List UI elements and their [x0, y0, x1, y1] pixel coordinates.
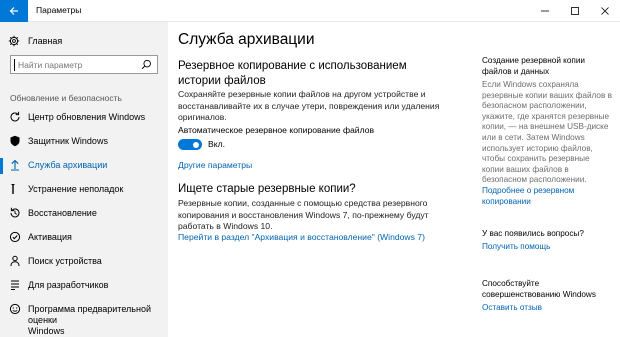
related-heading-line2: файлов и данных: [482, 66, 550, 76]
shield-icon: [10, 135, 20, 147]
related-text-line: использует историю файлов,: [482, 143, 593, 153]
code-bars-icon: [11, 280, 19, 291]
related-text-line: Если Windows сохраняла: [482, 80, 579, 89]
page-title: Служба архивации: [178, 31, 315, 48]
get-help-link[interactable]: Получить помощь: [482, 242, 550, 253]
search-box[interactable]: Найти параметр: [10, 55, 158, 74]
toggle-caption: Автоматическое резервное копирование фай…: [178, 125, 375, 135]
gear-icon: [8, 35, 20, 47]
nav-home[interactable]: Главная: [8, 34, 62, 48]
related-text-line: безопасном расположении.: [482, 175, 587, 185]
questions-heading: У вас появились вопросы?: [482, 229, 584, 238]
toggle-knob: [193, 141, 199, 148]
sidebar-item-recovery[interactable]: Восстановление: [0, 204, 168, 224]
related-panel: Создание резервной копии файлов и данных…: [482, 22, 620, 337]
close-icon: [601, 7, 609, 15]
backup-desc-line3: оригиналов.: [178, 112, 227, 122]
feedback-link[interactable]: Оставить отзыв: [482, 303, 542, 314]
active-indicator: [0, 158, 3, 174]
sidebar-item-label-line2: Windows: [28, 326, 65, 336]
old-desc-line1: Резервные копии, созданные с помощью сре…: [178, 198, 428, 208]
refresh-icon: [10, 111, 20, 122]
more-options-link[interactable]: Другие параметры: [178, 160, 252, 170]
minimize-button[interactable]: [530, 0, 560, 22]
sidebar-item-label: Центр обновления Windows: [28, 112, 146, 122]
backup-restore-win7-link[interactable]: Перейти в раздел "Архивация и восстановл…: [178, 232, 425, 242]
sidebar-item-insider[interactable]: Программа предварительной оценки Windows: [0, 300, 168, 336]
backup-heading-line2: истории файлов: [178, 75, 266, 87]
title-bar: Параметры: [0, 0, 620, 22]
sidebar: Главная Найти параметр Обновление и безо…: [0, 22, 168, 337]
upload-arrow-icon: [11, 159, 19, 171]
sidebar-item-label-line1: Программа предварительной оценки: [28, 304, 151, 325]
related-text-line: резервные копии ваших файлов в: [482, 90, 612, 100]
old-desc-line2: копирования и восстановления Windows 7, …: [178, 209, 429, 220]
old-backups-heading: Ищете старые резервные копии?: [178, 183, 356, 195]
learn-more-backup-link-line2[interactable]: копировании: [482, 197, 531, 208]
history-icon: [10, 207, 20, 218]
sidebar-item-label: Устранение неполадок: [28, 184, 124, 194]
backup-desc-line1: Сохраняйте резервные копии файлов на дру…: [178, 89, 426, 99]
search-icon[interactable]: [141, 59, 152, 70]
nav-home-label: Главная: [28, 36, 63, 46]
sidebar-item-defender[interactable]: Защитник Windows: [0, 132, 168, 152]
toggle-state-label: Вкл.: [208, 139, 225, 149]
related-text-line: копии, — на внешнем USB-диске: [482, 122, 609, 132]
sidebar-item-label: Защитник Windows: [28, 136, 108, 146]
sidebar-item-label: Программа предварительной оценки Windows: [28, 304, 168, 337]
smiley-icon: [9, 303, 21, 315]
sidebar-item-find-device[interactable]: Поиск устройства: [0, 252, 168, 272]
sidebar-item-label: Служба архивации: [28, 160, 108, 170]
minimize-icon: [541, 10, 549, 12]
backup-heading-line1: Резервное копирование с использованием: [178, 60, 407, 72]
close-button[interactable]: [590, 0, 620, 22]
back-arrow-icon: [9, 7, 18, 15]
sidebar-item-developers[interactable]: Для разработчиков: [0, 276, 168, 296]
sidebar-item-backup[interactable]: Служба архивации: [0, 156, 168, 176]
sidebar-item-label: Активация: [28, 232, 72, 242]
improve-heading-line1: Способствуйте: [482, 279, 540, 288]
search-placeholder: Найти параметр: [18, 60, 83, 70]
check-circle-icon: [9, 231, 21, 243]
sidebar-item-windows-update[interactable]: Центр обновления Windows: [0, 108, 168, 128]
window-title: Параметры: [36, 5, 82, 15]
improve-heading-line2: совершенствованию Windows: [482, 289, 596, 299]
back-button[interactable]: [0, 0, 28, 22]
related-text-line: чтобы сохранить резервные: [482, 154, 590, 164]
section-title: Обновление и безопасность: [10, 93, 122, 103]
sidebar-item-label: Поиск устройства: [28, 256, 102, 266]
related-text-line: укажите, где хранятся резервные: [482, 111, 610, 121]
sidebar-item-troubleshoot[interactable]: Устранение неполадок: [0, 180, 168, 200]
person-pin-icon: [10, 255, 20, 267]
related-text-line: безопасном расположении,: [482, 101, 587, 111]
related-text-line: копии ваших файлов в: [482, 164, 569, 174]
maximize-icon: [571, 7, 579, 15]
learn-more-backup-link-line1[interactable]: Подробнее о резервном: [482, 186, 574, 197]
old-desc-line3: работать в Windows 10.: [178, 221, 273, 231]
sidebar-item-label: Восстановление: [28, 208, 97, 218]
maximize-button[interactable]: [560, 0, 590, 22]
related-text-line: или в сети. Затем Windows: [482, 133, 585, 142]
backup-desc-line2: восстанавливайте их в случае утери, повр…: [178, 100, 440, 111]
wrench-icon: [11, 184, 15, 194]
related-heading-line1: Создание резервной копии: [482, 56, 585, 65]
text-caret: [14, 59, 15, 71]
sidebar-item-label: Для разработчиков: [28, 280, 109, 290]
sidebar-item-activation[interactable]: Активация: [0, 228, 168, 248]
auto-backup-toggle[interactable]: [178, 139, 202, 150]
